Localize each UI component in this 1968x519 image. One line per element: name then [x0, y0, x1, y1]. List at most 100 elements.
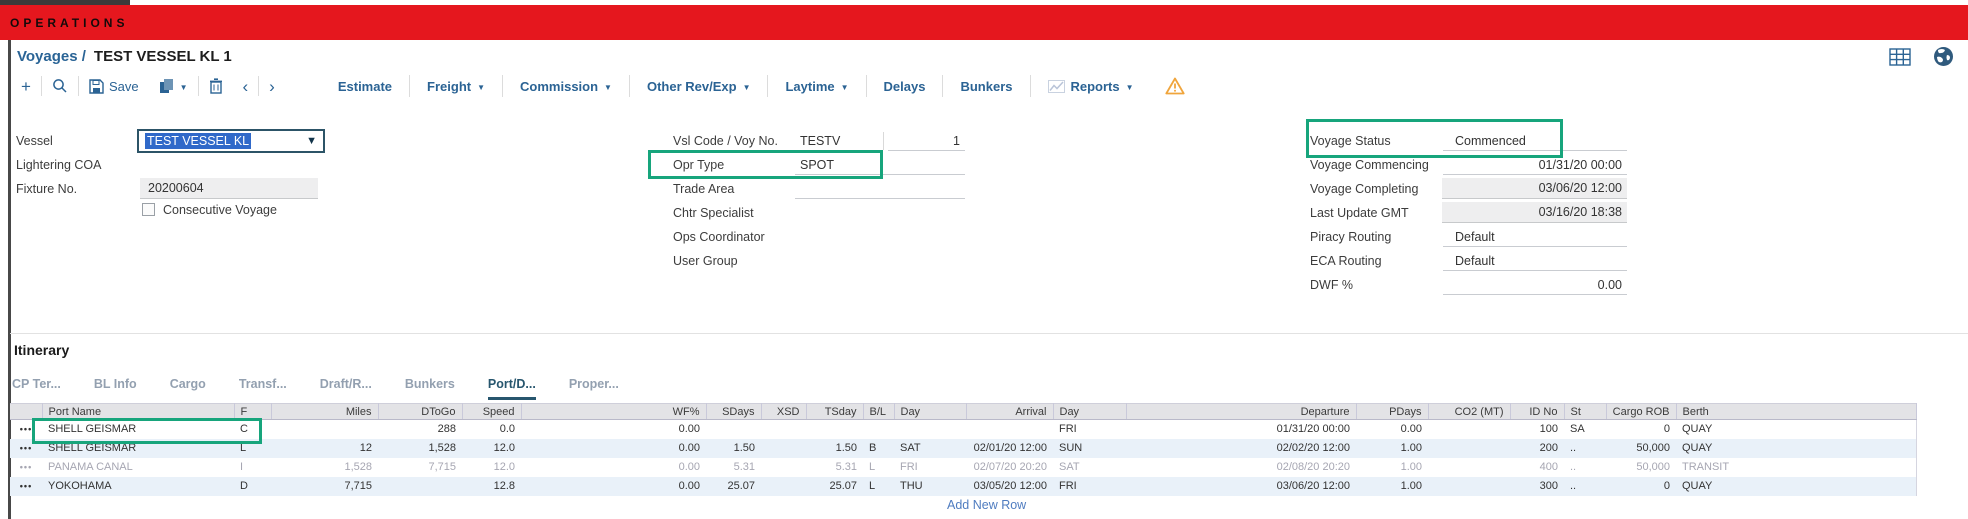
- xsd-cell[interactable]: [761, 477, 806, 496]
- tab-transf[interactable]: Transf...: [239, 377, 287, 400]
- trade-area-field[interactable]: [795, 198, 965, 199]
- arrival-day-cell[interactable]: [894, 420, 966, 439]
- save-button[interactable]: Save: [79, 74, 149, 98]
- bl-cell[interactable]: B: [863, 439, 894, 458]
- wf-pct-cell[interactable]: 0.00: [521, 477, 706, 496]
- row-menu-button[interactable]: •••: [10, 477, 42, 496]
- sdays-cell[interactable]: 25.07: [706, 477, 761, 496]
- tsday-cell[interactable]: 5.31: [806, 458, 863, 477]
- pdays-cell[interactable]: 1.00: [1356, 477, 1428, 496]
- port-name-cell[interactable]: SHELL GEISMAR: [42, 439, 234, 458]
- search-button[interactable]: [42, 74, 78, 98]
- departure-cell[interactable]: 02/08/20 20:20: [1126, 458, 1356, 477]
- vessel-select[interactable]: TEST VESSEL KL ▼: [137, 129, 325, 153]
- consecutive-voyage-checkbox[interactable]: [142, 203, 155, 216]
- berth-cell[interactable]: QUAY: [1676, 439, 1916, 458]
- vsl-code-field[interactable]: TESTV: [800, 133, 840, 149]
- tab-cp-ter[interactable]: CP Ter...: [12, 377, 61, 400]
- menu-reports[interactable]: Reports▼: [1031, 75, 1151, 97]
- status-cell[interactable]: ..: [1564, 439, 1606, 458]
- sdays-cell[interactable]: 5.31: [706, 458, 761, 477]
- cargo-rob-cell[interactable]: 0: [1606, 477, 1676, 496]
- tab-port-d[interactable]: Port/D...: [488, 377, 536, 400]
- menu-commission[interactable]: Commission▼: [503, 75, 630, 97]
- wf-pct-cell[interactable]: 0.00: [521, 420, 706, 439]
- miles-cell[interactable]: [271, 420, 378, 439]
- copy-button[interactable]: ▼: [149, 74, 198, 98]
- berth-cell[interactable]: TRANSIT: [1676, 458, 1916, 477]
- eca-routing-field[interactable]: Default: [1455, 253, 1495, 269]
- pdays-cell[interactable]: 1.00: [1356, 439, 1428, 458]
- tsday-cell[interactable]: 1.50: [806, 439, 863, 458]
- add-new-row-link[interactable]: Add New Row: [947, 498, 1026, 512]
- departure-day-cell[interactable]: FRI: [1053, 420, 1126, 439]
- arrival-cell[interactable]: [966, 420, 1053, 439]
- departure-day-cell[interactable]: SUN: [1053, 439, 1126, 458]
- arrival-day-cell[interactable]: THU: [894, 477, 966, 496]
- menu-delays[interactable]: Delays: [867, 75, 944, 97]
- row-menu-button[interactable]: •••: [10, 439, 42, 458]
- arrival-day-cell[interactable]: FRI: [894, 458, 966, 477]
- port-name-cell[interactable]: YOKOHAMA: [42, 477, 234, 496]
- cargo-rob-cell[interactable]: 50,000: [1606, 439, 1676, 458]
- bl-cell[interactable]: L: [863, 458, 894, 477]
- previous-record-button[interactable]: ‹: [233, 74, 259, 98]
- new-button[interactable]: +: [11, 74, 41, 98]
- arrival-cell[interactable]: 02/01/20 12:00: [966, 439, 1053, 458]
- co2-cell[interactable]: [1428, 420, 1510, 439]
- delete-button[interactable]: [199, 74, 233, 98]
- dtogo-cell[interactable]: 288: [378, 420, 462, 439]
- globe-icon[interactable]: [1933, 46, 1954, 67]
- port-name-cell[interactable]: PANAMA CANAL: [42, 458, 234, 477]
- piracy-routing-field[interactable]: Default: [1455, 229, 1495, 245]
- speed-cell[interactable]: 12.0: [462, 439, 521, 458]
- departure-day-cell[interactable]: FRI: [1053, 477, 1126, 496]
- miles-cell[interactable]: 1,528: [271, 458, 378, 477]
- voyage-commencing-field[interactable]: 01/31/20 00:00: [1445, 157, 1622, 173]
- dtogo-cell[interactable]: 7,715: [378, 458, 462, 477]
- id-no-cell[interactable]: 400: [1510, 458, 1564, 477]
- departure-cell[interactable]: 03/06/20 12:00: [1126, 477, 1356, 496]
- tab-cargo[interactable]: Cargo: [170, 377, 206, 400]
- tab-bunkers[interactable]: Bunkers: [405, 377, 455, 400]
- tab-draft-r[interactable]: Draft/R...: [320, 377, 372, 400]
- sdays-cell[interactable]: [706, 420, 761, 439]
- pdays-cell[interactable]: 1.00: [1356, 458, 1428, 477]
- bl-cell[interactable]: L: [863, 477, 894, 496]
- menu-bunkers[interactable]: Bunkers: [943, 75, 1030, 97]
- speed-cell[interactable]: 0.0: [462, 420, 521, 439]
- miles-cell[interactable]: 7,715: [271, 477, 378, 496]
- speed-cell[interactable]: 12.0: [462, 458, 521, 477]
- menu-laytime[interactable]: Laytime▼: [768, 75, 866, 97]
- function-cell[interactable]: I: [234, 458, 271, 477]
- departure-day-cell[interactable]: SAT: [1053, 458, 1126, 477]
- port-name-cell[interactable]: SHELL GEISMAR: [42, 420, 234, 439]
- wf-pct-cell[interactable]: 0.00: [521, 439, 706, 458]
- xsd-cell[interactable]: [761, 420, 806, 439]
- fixture-no-field[interactable]: 20200604: [140, 178, 318, 199]
- wf-pct-cell[interactable]: 0.00: [521, 458, 706, 477]
- departure-cell[interactable]: 02/02/20 12:00: [1126, 439, 1356, 458]
- sdays-cell[interactable]: 1.50: [706, 439, 761, 458]
- cargo-rob-cell[interactable]: 50,000: [1606, 458, 1676, 477]
- arrival-cell[interactable]: 03/05/20 12:00: [966, 477, 1053, 496]
- validation-warning-icon[interactable]: [1165, 77, 1185, 95]
- menu-other-rev-exp[interactable]: Other Rev/Exp▼: [630, 75, 769, 97]
- status-cell[interactable]: ..: [1564, 458, 1606, 477]
- tab-bl-info[interactable]: BL Info: [94, 377, 137, 400]
- next-record-button[interactable]: ›: [259, 74, 285, 98]
- tsday-cell[interactable]: [806, 420, 863, 439]
- arrival-day-cell[interactable]: SAT: [894, 439, 966, 458]
- co2-cell[interactable]: [1428, 477, 1510, 496]
- row-menu-button[interactable]: •••: [10, 420, 42, 439]
- xsd-cell[interactable]: [761, 458, 806, 477]
- bl-cell[interactable]: [863, 420, 894, 439]
- menu-freight[interactable]: Freight▼: [410, 75, 503, 97]
- function-cell[interactable]: D: [234, 477, 271, 496]
- departure-cell[interactable]: 01/31/20 00:00: [1126, 420, 1356, 439]
- berth-cell[interactable]: QUAY: [1676, 477, 1916, 496]
- arrival-cell[interactable]: 02/07/20 20:20: [966, 458, 1053, 477]
- co2-cell[interactable]: [1428, 439, 1510, 458]
- id-no-cell[interactable]: 200: [1510, 439, 1564, 458]
- pdays-cell[interactable]: 0.00: [1356, 420, 1428, 439]
